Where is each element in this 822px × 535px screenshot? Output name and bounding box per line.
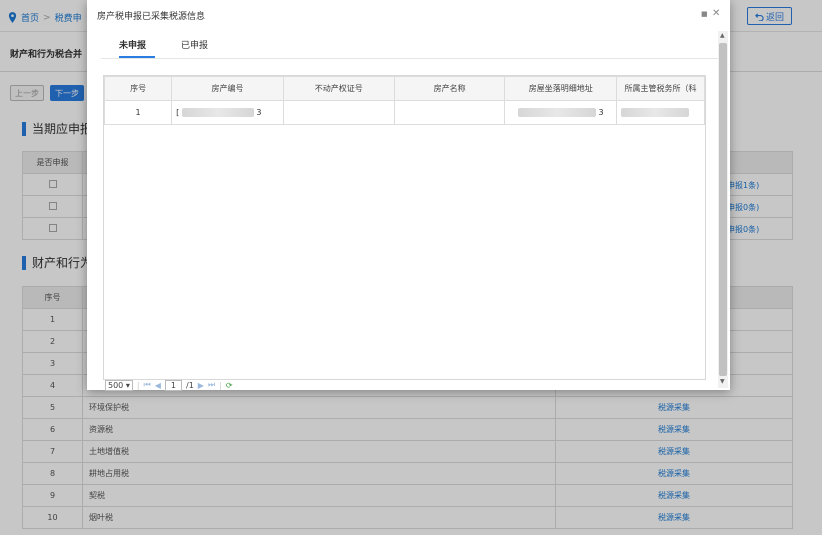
- dialog-scrollbar[interactable]: ▲ ▼: [718, 31, 728, 388]
- source-table: 序号 房产编号 不动产权证号 房产名称 房屋坐落明细地址 所属主管税务所（科 1…: [104, 76, 705, 125]
- redacted-value: [181, 108, 254, 117]
- pagination-bar: 500 ▾ | ⏮ ◀ 1 /1 ▶ ⏭ | ⟳: [103, 379, 706, 391]
- next-page-icon[interactable]: ▶: [198, 381, 204, 390]
- prev-page-icon[interactable]: ◀: [155, 381, 161, 390]
- tab-undeclared[interactable]: 未申报: [119, 38, 146, 51]
- column-header: 不动产权证号: [282, 76, 395, 101]
- column-header: 所属主管税务所（科: [616, 76, 705, 101]
- close-icon[interactable]: ✕: [712, 8, 720, 19]
- scroll-up-icon[interactable]: ▲: [720, 32, 725, 39]
- house-code-cell: [ 3: [171, 100, 284, 125]
- total-pages: /1: [186, 380, 194, 390]
- active-tab-indicator: [119, 56, 155, 58]
- column-header: 房产编号: [171, 76, 284, 101]
- tax-office-cell: [616, 100, 705, 125]
- column-header: 房屋坐落明细地址: [504, 76, 618, 101]
- scroll-down-icon[interactable]: ▼: [720, 378, 725, 385]
- last-page-icon[interactable]: ⏭: [208, 380, 215, 390]
- redacted-value: [517, 108, 596, 117]
- collected-sources-dialog: 房产税申报已采集税源信息 ■ ✕ 未申报 已申报 序号 房产编号 不动产权证号 …: [87, 0, 730, 391]
- page-size-select[interactable]: 500 ▾: [105, 379, 133, 391]
- maximize-icon[interactable]: ■: [701, 10, 708, 18]
- table-row[interactable]: 1 [ 3 3: [104, 100, 705, 125]
- column-header: 房产名称: [393, 76, 506, 101]
- dialog-tabs: 未申报 已申报: [101, 31, 720, 59]
- scrollbar-thumb[interactable]: [719, 43, 727, 376]
- first-page-icon[interactable]: ⏮: [144, 380, 151, 390]
- column-header: 序号: [104, 76, 173, 101]
- dialog-title: 房产税申报已采集税源信息: [97, 12, 206, 22]
- page-number-input[interactable]: 1: [164, 379, 182, 391]
- refresh-icon[interactable]: ⟳: [226, 381, 233, 390]
- redacted-value: [621, 108, 690, 117]
- address-cell: 3: [504, 100, 618, 125]
- tab-declared[interactable]: 已申报: [181, 38, 208, 51]
- source-grid: 序号 房产编号 不动产权证号 房产名称 房屋坐落明细地址 所属主管税务所（科 1…: [103, 75, 706, 380]
